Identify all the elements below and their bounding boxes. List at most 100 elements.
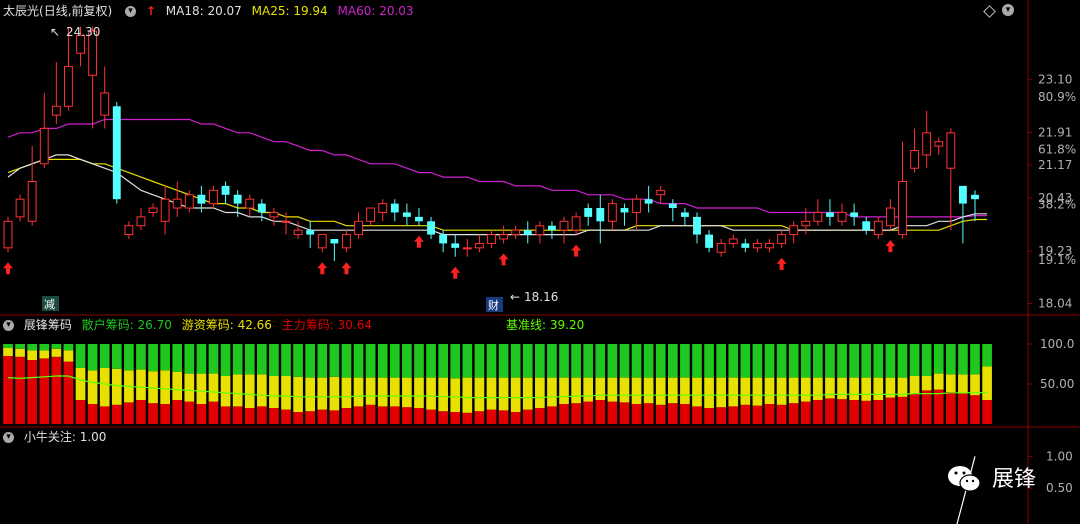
baseline-label: 基准线: 39.20 [506, 318, 585, 332]
candle-body [922, 132, 932, 156]
main-force-chip-label: 主力筹码: 30.64 [281, 318, 372, 332]
candle-body [499, 234, 509, 240]
candle-body [705, 234, 714, 248]
candle-body [209, 189, 218, 205]
bull-panel: ▾ 小牛关注: 1.00 [0, 428, 1080, 524]
candle-body [306, 230, 315, 235]
pct-tick-label: 19.1% [1038, 253, 1076, 267]
retail-chip-label: 散户筹码: 26.70 [81, 318, 172, 332]
candle-body [752, 242, 762, 249]
buy-signal-arrow [571, 244, 582, 257]
candle-body [837, 211, 847, 222]
candle-body [172, 198, 182, 209]
candle-body [584, 208, 593, 217]
high-arrow: ↖ [50, 25, 60, 39]
candle-body [728, 238, 738, 244]
candle-body [789, 225, 799, 236]
candle-body [741, 243, 750, 248]
candle-body [415, 216, 423, 222]
candle-body [668, 203, 677, 209]
candle-body [474, 242, 484, 249]
candle-body [826, 212, 834, 217]
buy-signal-arrow [341, 262, 352, 275]
buy-signal-arrow [3, 262, 13, 275]
candle-body [934, 141, 944, 147]
event-badge-1[interactable]: 减 [44, 298, 55, 311]
candle-body [27, 180, 37, 222]
candle-body [136, 216, 146, 227]
candle-body [3, 220, 13, 249]
candle-body [607, 203, 617, 222]
candle-body [197, 194, 206, 204]
bull-value-label: : 1.00 [71, 430, 107, 444]
candle-body [535, 225, 545, 236]
candle-body [971, 194, 979, 200]
bull-menu-icon[interactable]: ▾ [3, 432, 14, 443]
bull-panel-header: ▾ 小牛关注: 1.00 [3, 428, 112, 446]
candle-body [366, 207, 376, 222]
candle-body [462, 247, 472, 250]
ma18-line [7, 154, 988, 236]
candle-body [221, 185, 230, 195]
hot-money-chip-label: 游资筹码: 42.66 [181, 318, 272, 332]
pct-tick-label: 61.8% [1038, 143, 1076, 157]
pct-tick-label: 80.9% [1038, 90, 1076, 104]
buy-signal-arrow [450, 266, 461, 279]
candle-body [148, 207, 158, 213]
candle-body [15, 198, 25, 218]
event-badge-2[interactable]: 财 [488, 298, 499, 312]
candle-body [390, 203, 399, 213]
candle-body [342, 234, 351, 249]
candle-body [656, 189, 666, 196]
candle-body [571, 216, 581, 231]
candle-body [596, 208, 605, 222]
candle-body [862, 221, 871, 231]
high-price-label: 24.30 [66, 25, 100, 39]
candle-body [330, 239, 339, 244]
candle-body [439, 234, 448, 244]
candle-body [245, 198, 255, 209]
candle-body [281, 220, 291, 223]
candle-body [269, 211, 279, 218]
candle-body [257, 203, 266, 213]
price-tick-label: 21.91 [1038, 125, 1072, 139]
candle-body [548, 225, 556, 231]
chip-menu-icon[interactable]: ▾ [3, 320, 14, 331]
candle-body [124, 225, 134, 236]
ma60-line [7, 118, 988, 218]
price-tick-label: 21.17 [1038, 158, 1072, 172]
candle-body [632, 198, 641, 213]
candle-body [64, 65, 73, 107]
candle-body [317, 234, 327, 249]
candle-body [160, 198, 170, 222]
candle-body [765, 242, 774, 249]
pct-tick-label: 38.2% [1038, 197, 1076, 211]
candle-body [427, 221, 435, 235]
buy-signal-arrow [885, 240, 896, 253]
candle-body [293, 229, 303, 236]
candle-body [620, 208, 629, 213]
candle-body [777, 234, 787, 244]
candle-body [39, 127, 49, 165]
candle-body [451, 243, 460, 248]
low-arrow: ← [510, 290, 520, 304]
candle-body [378, 203, 388, 213]
candle-body [559, 220, 569, 231]
buy-signal-arrow [317, 262, 328, 275]
candle-body [112, 106, 121, 200]
candle-body [801, 220, 811, 227]
watermark-text: 展锋 [992, 467, 1037, 492]
candle-body [693, 216, 701, 235]
buy-signal-arrow [776, 257, 787, 270]
candle-body [813, 211, 823, 222]
candle-body [511, 229, 521, 236]
buy-signal-arrow [413, 235, 424, 248]
candle-body [885, 207, 895, 227]
candle-body [898, 180, 907, 236]
candle-body [402, 212, 411, 217]
candle-body [873, 220, 883, 236]
candle-body [354, 220, 363, 236]
candle-body [910, 150, 919, 169]
candle-body [958, 185, 967, 204]
bull-indicator-name: 小牛关注 [23, 430, 72, 444]
